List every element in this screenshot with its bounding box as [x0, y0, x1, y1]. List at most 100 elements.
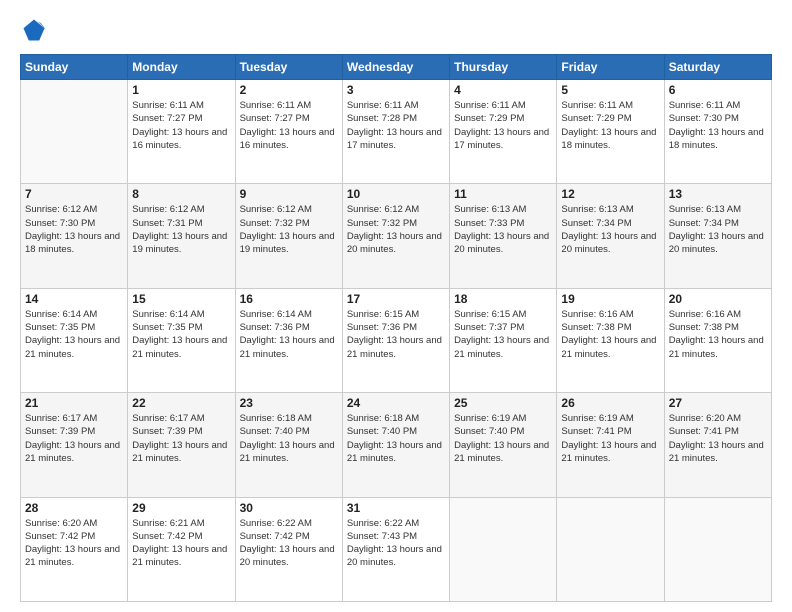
calendar-cell: 26 Sunrise: 6:19 AMSunset: 7:41 PMDayligh… — [557, 393, 664, 497]
calendar-cell: 1Sunrise: 6:11 AMSunset: 7:27 PMDaylight… — [128, 80, 235, 184]
calendar-cell — [450, 497, 557, 601]
cell-details: Sunrise: 6:14 AMSunset: 7:36 PMDaylight:… — [240, 308, 338, 361]
calendar-row: 21 Sunrise: 6:17 AMSunset: 7:39 PMDayligh… — [21, 393, 772, 497]
calendar-cell: 21 Sunrise: 6:17 AMSunset: 7:39 PMDayligh… — [21, 393, 128, 497]
page: SundayMondayTuesdayWednesdayThursdayFrid… — [0, 0, 792, 612]
day-number: 9 — [240, 187, 338, 201]
calendar-cell: 13Sunrise: 6:13 AMSunset: 7:34 PMDayligh… — [664, 184, 771, 288]
calendar-cell: 29 Sunrise: 6:21 AMSunset: 7:42 PMDayligh… — [128, 497, 235, 601]
cell-details: Sunrise: 6:13 AMSunset: 7:34 PMDaylight:… — [669, 203, 767, 256]
cell-details: Sunrise: 6:11 AMSunset: 7:30 PMDaylight:… — [669, 99, 767, 152]
cell-details: Sunrise: 6:18 AMSunset: 7:40 PMDaylight:… — [240, 412, 338, 465]
cell-details: Sunrise: 6:16 AMSunset: 7:38 PMDaylight:… — [669, 308, 767, 361]
col-header-sunday: Sunday — [21, 55, 128, 80]
col-header-tuesday: Tuesday — [235, 55, 342, 80]
calendar-cell: 11 Sunrise: 6:13 AMSunset: 7:33 PMDayligh… — [450, 184, 557, 288]
day-number: 11 — [454, 187, 552, 201]
calendar-cell: 18 Sunrise: 6:15 AMSunset: 7:37 PMDayligh… — [450, 288, 557, 392]
day-number: 30 — [240, 501, 338, 515]
day-number: 6 — [669, 83, 767, 97]
day-number: 15 — [132, 292, 230, 306]
calendar-cell: 8Sunrise: 6:12 AMSunset: 7:31 PMDaylight… — [128, 184, 235, 288]
day-number: 21 — [25, 396, 123, 410]
calendar-cell — [21, 80, 128, 184]
day-number: 2 — [240, 83, 338, 97]
cell-details: Sunrise: 6:12 AMSunset: 7:32 PMDaylight:… — [347, 203, 445, 256]
calendar-cell: 16 Sunrise: 6:14 AMSunset: 7:36 PMDayligh… — [235, 288, 342, 392]
calendar-cell — [557, 497, 664, 601]
day-number: 7 — [25, 187, 123, 201]
calendar-row: 14 Sunrise: 6:14 AMSunset: 7:35 PMDayligh… — [21, 288, 772, 392]
day-number: 12 — [561, 187, 659, 201]
cell-details: Sunrise: 6:19 AMSunset: 7:40 PMDaylight:… — [454, 412, 552, 465]
calendar-cell: 9 Sunrise: 6:12 AMSunset: 7:32 PMDaylight… — [235, 184, 342, 288]
calendar-cell: 14 Sunrise: 6:14 AMSunset: 7:35 PMDayligh… — [21, 288, 128, 392]
day-number: 14 — [25, 292, 123, 306]
calendar-cell: 22 Sunrise: 6:17 AMSunset: 7:39 PMDayligh… — [128, 393, 235, 497]
header — [20, 16, 772, 44]
cell-details: Sunrise: 6:15 AMSunset: 7:36 PMDaylight:… — [347, 308, 445, 361]
cell-details: Sunrise: 6:15 AMSunset: 7:37 PMDaylight:… — [454, 308, 552, 361]
calendar-row: 28 Sunrise: 6:20 AMSunset: 7:42 PMDayligh… — [21, 497, 772, 601]
cell-details: Sunrise: 6:14 AMSunset: 7:35 PMDaylight:… — [132, 308, 230, 361]
cell-details: Sunrise: 6:13 AMSunset: 7:33 PMDaylight:… — [454, 203, 552, 256]
day-number: 10 — [347, 187, 445, 201]
header-row: SundayMondayTuesdayWednesdayThursdayFrid… — [21, 55, 772, 80]
calendar-cell: 28 Sunrise: 6:20 AMSunset: 7:42 PMDayligh… — [21, 497, 128, 601]
cell-details: Sunrise: 6:20 AMSunset: 7:41 PMDaylight:… — [669, 412, 767, 465]
calendar-cell: 24Sunrise: 6:18 AMSunset: 7:40 PMDayligh… — [342, 393, 449, 497]
col-header-thursday: Thursday — [450, 55, 557, 80]
col-header-friday: Friday — [557, 55, 664, 80]
col-header-wednesday: Wednesday — [342, 55, 449, 80]
cell-details: Sunrise: 6:11 AMSunset: 7:29 PMDaylight:… — [561, 99, 659, 152]
cell-details: Sunrise: 6:12 AMSunset: 7:30 PMDaylight:… — [25, 203, 123, 256]
day-number: 16 — [240, 292, 338, 306]
day-number: 26 — [561, 396, 659, 410]
calendar-cell: 12 Sunrise: 6:13 AMSunset: 7:34 PMDayligh… — [557, 184, 664, 288]
cell-details: Sunrise: 6:16 AMSunset: 7:38 PMDaylight:… — [561, 308, 659, 361]
cell-details: Sunrise: 6:14 AMSunset: 7:35 PMDaylight:… — [25, 308, 123, 361]
calendar-cell: 19 Sunrise: 6:16 AMSunset: 7:38 PMDayligh… — [557, 288, 664, 392]
col-header-saturday: Saturday — [664, 55, 771, 80]
logo — [20, 16, 52, 44]
calendar-table: SundayMondayTuesdayWednesdayThursdayFrid… — [20, 54, 772, 602]
cell-details: Sunrise: 6:11 AMSunset: 7:27 PMDaylight:… — [132, 99, 230, 152]
day-number: 27 — [669, 396, 767, 410]
day-number: 20 — [669, 292, 767, 306]
calendar-cell: 31Sunrise: 6:22 AMSunset: 7:43 PMDayligh… — [342, 497, 449, 601]
calendar-cell: 27 Sunrise: 6:20 AMSunset: 7:41 PMDayligh… — [664, 393, 771, 497]
cell-details: Sunrise: 6:12 AMSunset: 7:32 PMDaylight:… — [240, 203, 338, 256]
day-number: 22 — [132, 396, 230, 410]
day-number: 18 — [454, 292, 552, 306]
calendar-cell: 10 Sunrise: 6:12 AMSunset: 7:32 PMDayligh… — [342, 184, 449, 288]
day-number: 4 — [454, 83, 552, 97]
cell-details: Sunrise: 6:22 AMSunset: 7:42 PMDaylight:… — [240, 517, 338, 570]
cell-details: Sunrise: 6:11 AMSunset: 7:28 PMDaylight:… — [347, 99, 445, 152]
calendar-cell: 15 Sunrise: 6:14 AMSunset: 7:35 PMDayligh… — [128, 288, 235, 392]
calendar-cell: 7 Sunrise: 6:12 AMSunset: 7:30 PMDaylight… — [21, 184, 128, 288]
cell-details: Sunrise: 6:17 AMSunset: 7:39 PMDaylight:… — [132, 412, 230, 465]
day-number: 28 — [25, 501, 123, 515]
day-number: 17 — [347, 292, 445, 306]
cell-details: Sunrise: 6:21 AMSunset: 7:42 PMDaylight:… — [132, 517, 230, 570]
day-number: 31 — [347, 501, 445, 515]
cell-details: Sunrise: 6:17 AMSunset: 7:39 PMDaylight:… — [25, 412, 123, 465]
calendar-row: 7 Sunrise: 6:12 AMSunset: 7:30 PMDaylight… — [21, 184, 772, 288]
cell-details: Sunrise: 6:18 AMSunset: 7:40 PMDaylight:… — [347, 412, 445, 465]
day-number: 29 — [132, 501, 230, 515]
logo-icon — [20, 16, 48, 44]
cell-details: Sunrise: 6:11 AMSunset: 7:29 PMDaylight:… — [454, 99, 552, 152]
day-number: 19 — [561, 292, 659, 306]
day-number: 3 — [347, 83, 445, 97]
cell-details: Sunrise: 6:20 AMSunset: 7:42 PMDaylight:… — [25, 517, 123, 570]
calendar-cell: 30 Sunrise: 6:22 AMSunset: 7:42 PMDayligh… — [235, 497, 342, 601]
calendar-cell: 6 Sunrise: 6:11 AMSunset: 7:30 PMDaylight… — [664, 80, 771, 184]
calendar-cell: 5Sunrise: 6:11 AMSunset: 7:29 PMDaylight… — [557, 80, 664, 184]
cell-details: Sunrise: 6:19 AMSunset: 7:41 PMDaylight:… — [561, 412, 659, 465]
day-number: 23 — [240, 396, 338, 410]
cell-details: Sunrise: 6:13 AMSunset: 7:34 PMDaylight:… — [561, 203, 659, 256]
day-number: 8 — [132, 187, 230, 201]
calendar-cell — [664, 497, 771, 601]
cell-details: Sunrise: 6:11 AMSunset: 7:27 PMDaylight:… — [240, 99, 338, 152]
calendar-cell: 17 Sunrise: 6:15 AMSunset: 7:36 PMDayligh… — [342, 288, 449, 392]
